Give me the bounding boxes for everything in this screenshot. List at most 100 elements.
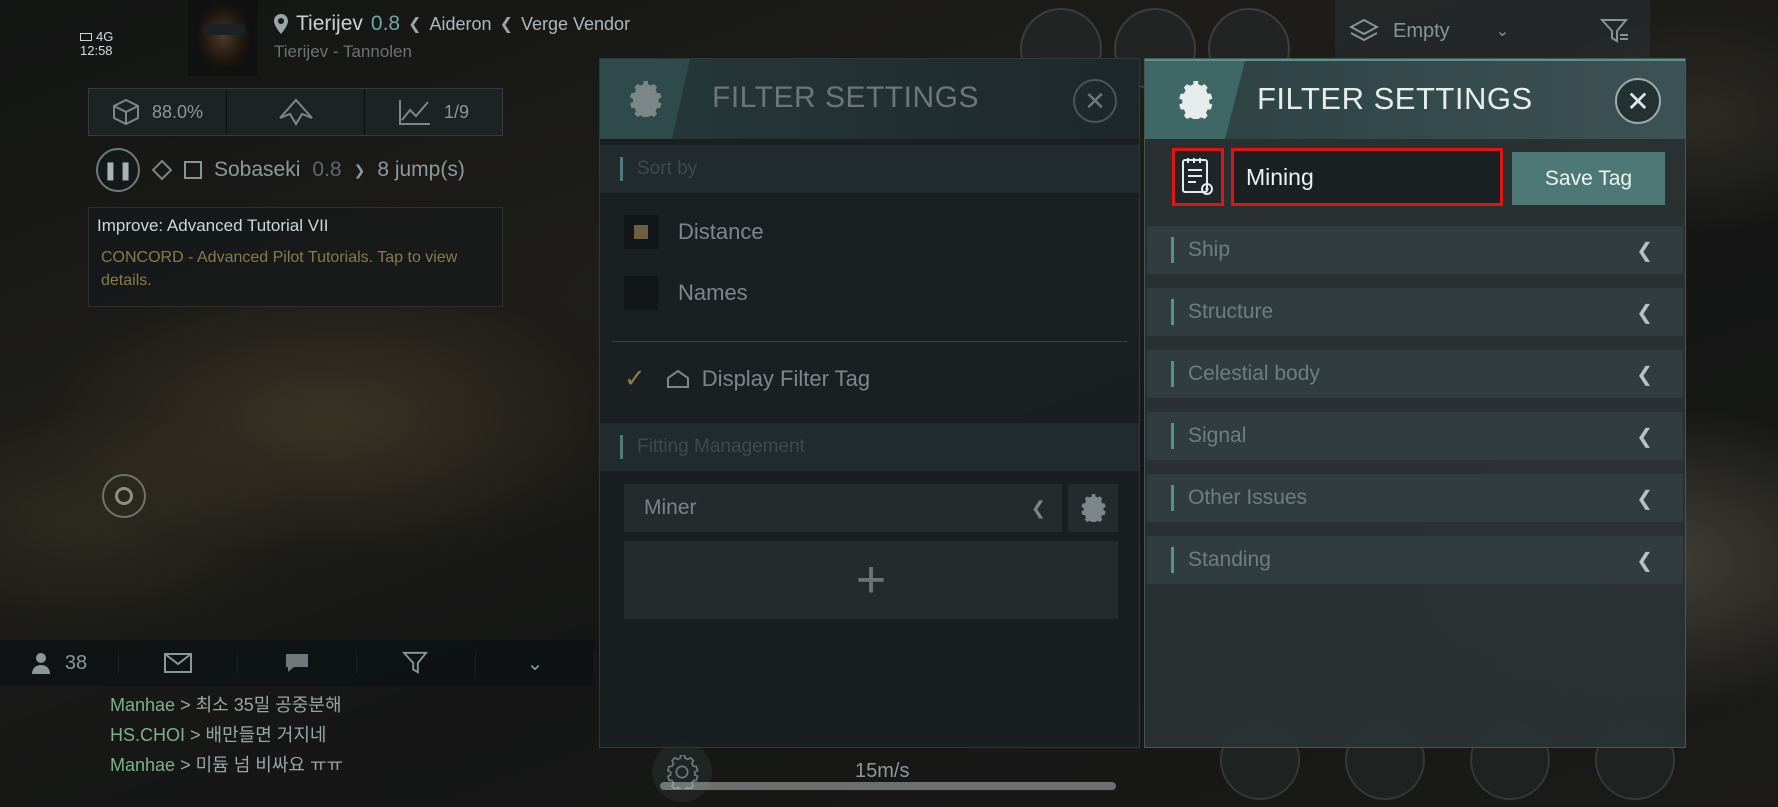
diamond-icon: [152, 160, 172, 180]
ship-icon: [276, 98, 316, 126]
layers-icon: [1349, 18, 1379, 44]
chevron-left-icon: ❮: [408, 16, 422, 33]
tag-icon: [666, 369, 690, 389]
mail-icon: [164, 653, 192, 673]
close-button[interactable]: ✕: [1615, 78, 1661, 124]
category-standing[interactable]: Standing ❮: [1147, 536, 1683, 584]
chevron-down-icon: ⌄: [1495, 23, 1510, 40]
cargo-stat[interactable]: 88.0%: [89, 89, 227, 135]
filter-settings-panel: FILTER SETTINGS ✕ Save Tag Ship ❮ Struct…: [1144, 58, 1686, 748]
section-bar: [1171, 361, 1174, 387]
section-bar: [1171, 299, 1174, 325]
section-bar: [1171, 547, 1174, 573]
chevron-left-icon: ❮: [1636, 488, 1653, 510]
fitting-settings-button[interactable]: [1068, 484, 1118, 532]
category-celestial-body[interactable]: Celestial body ❮: [1147, 350, 1683, 398]
fitting-selected-value: Miner: [644, 496, 697, 519]
breadcrumb-region[interactable]: Aideron: [430, 14, 492, 35]
pilot-portrait[interactable]: [188, 0, 258, 76]
destination-checkbox[interactable]: [184, 161, 202, 179]
display-tag-label: Display Filter Tag: [701, 365, 871, 391]
close-icon[interactable]: ✕: [1073, 79, 1117, 123]
chat-collapse[interactable]: ⌄: [476, 650, 595, 676]
plus-icon: +: [855, 551, 887, 609]
section-bar: [1171, 237, 1174, 263]
divider: [612, 341, 1127, 342]
category-ship[interactable]: Ship ❮: [1147, 226, 1683, 274]
overview-preset-select[interactable]: Empty ⌄: [1335, 0, 1580, 62]
category-label: Celestial body: [1188, 362, 1320, 385]
chevron-left-icon: ❮: [1636, 426, 1653, 448]
horizontal-scrollbar[interactable]: [660, 782, 1116, 790]
overview-filter-button[interactable]: [1580, 0, 1650, 62]
system-name: Tierijev: [296, 12, 363, 35]
tag-name-input[interactable]: [1234, 151, 1500, 203]
breadcrumb-constellation[interactable]: Verge Vendor: [521, 14, 630, 35]
tag-name-field[interactable]: [1231, 148, 1503, 206]
ship-speed: 15m/s: [855, 760, 910, 782]
fitting-header-label: Fitting Management: [637, 436, 805, 457]
mission-tracker[interactable]: Improve: Advanced Tutorial VII CONCORD -…: [88, 207, 503, 307]
panel-header: FILTER SETTINGS ✕: [600, 59, 1139, 139]
chat-toolbar: 38 ⌄: [0, 640, 595, 686]
chat-line: HS.CHOI > 배만들면 거지네: [110, 720, 343, 750]
add-fitting-button[interactable]: +: [624, 541, 1118, 619]
ship-stat[interactable]: [227, 89, 365, 135]
chat-tab[interactable]: [238, 652, 357, 674]
user-icon: [31, 651, 55, 675]
chat-members[interactable]: 38: [0, 651, 119, 675]
radio-dot: [634, 225, 648, 239]
section-bar: [620, 435, 623, 459]
radio-selected[interactable]: [624, 215, 658, 249]
pause-button[interactable]: ❚❚: [96, 148, 140, 192]
fitting-select[interactable]: Miner ❮: [624, 484, 1062, 532]
category-signal[interactable]: Signal ❮: [1147, 412, 1683, 460]
autopilot-destination[interactable]: ❚❚ Sobaseki 0.8 ❯ 8 jump(s): [96, 148, 465, 192]
category-label: Ship: [1188, 238, 1231, 261]
save-tag-button[interactable]: Save Tag: [1512, 152, 1665, 205]
destination-security: 0.8: [312, 158, 342, 181]
fitting-management-header: Fitting Management: [600, 423, 1139, 471]
sort-option-names[interactable]: Names: [624, 276, 748, 310]
battery-icon: [80, 33, 92, 42]
chat-nick[interactable]: HS.CHOI: [110, 725, 185, 745]
panel-title: FILTER SETTINGS: [1257, 81, 1533, 116]
radio-unselected[interactable]: [624, 276, 658, 310]
display-filter-tag-toggle[interactable]: ✓ Display Filter Tag: [624, 363, 870, 394]
mail-tab[interactable]: [119, 653, 238, 673]
portrait-goggles: [202, 24, 246, 35]
chat-nick[interactable]: Manhae: [110, 755, 175, 775]
sub-location: Tierijev - Tannolen: [274, 42, 412, 61]
chat-nick[interactable]: Manhae: [110, 695, 175, 715]
category-structure[interactable]: Structure ❮: [1147, 288, 1683, 336]
gear-icon: [1079, 494, 1107, 522]
network-label: 4G: [96, 29, 114, 44]
filter-icon: [402, 651, 430, 675]
jump-count: 8 jump(s): [377, 158, 465, 181]
target-lock-icon[interactable]: [102, 474, 146, 518]
location-breadcrumb[interactable]: Tierijev 0.8 ❮ Aideron ❮ Verge Vendor: [274, 12, 630, 36]
pause-icon: ❚❚: [102, 159, 134, 180]
clock: 12:58: [80, 43, 113, 59]
cargo-cube-icon: [112, 98, 140, 126]
bottom-settings-button[interactable]: [652, 742, 712, 802]
chat-filter[interactable]: [357, 651, 476, 675]
category-label: Structure: [1188, 300, 1274, 323]
chat-line: Manhae > 미듐 넘 비싸요 ㅠㅠ: [110, 750, 343, 780]
category-other-issues[interactable]: Other Issues ❮: [1147, 474, 1683, 522]
chevron-left-icon: ❮: [1636, 302, 1653, 324]
mission-title: Improve: Advanced Tutorial VII: [97, 216, 329, 235]
chevron-left-icon: ❮: [1636, 240, 1653, 262]
chevron-left-icon: ❮: [1636, 550, 1653, 572]
sort-by-label: Sort by: [637, 158, 698, 179]
overview-preset-value: Empty: [1393, 19, 1450, 42]
progress-stat[interactable]: 1/9: [365, 89, 502, 135]
tag-manager-button[interactable]: [1172, 148, 1224, 206]
option-label: Distance: [678, 219, 764, 244]
system-security: 0.8: [370, 12, 401, 35]
chevron-left-icon: ❮: [1636, 364, 1653, 386]
close-icon: ✕: [1626, 85, 1650, 117]
section-bar: [620, 157, 623, 181]
sort-option-distance[interactable]: Distance: [624, 215, 764, 249]
chat-messages: Manhae > 최소 35밀 공중분해 HS.CHOI > 배만들면 거지네 …: [110, 690, 343, 780]
